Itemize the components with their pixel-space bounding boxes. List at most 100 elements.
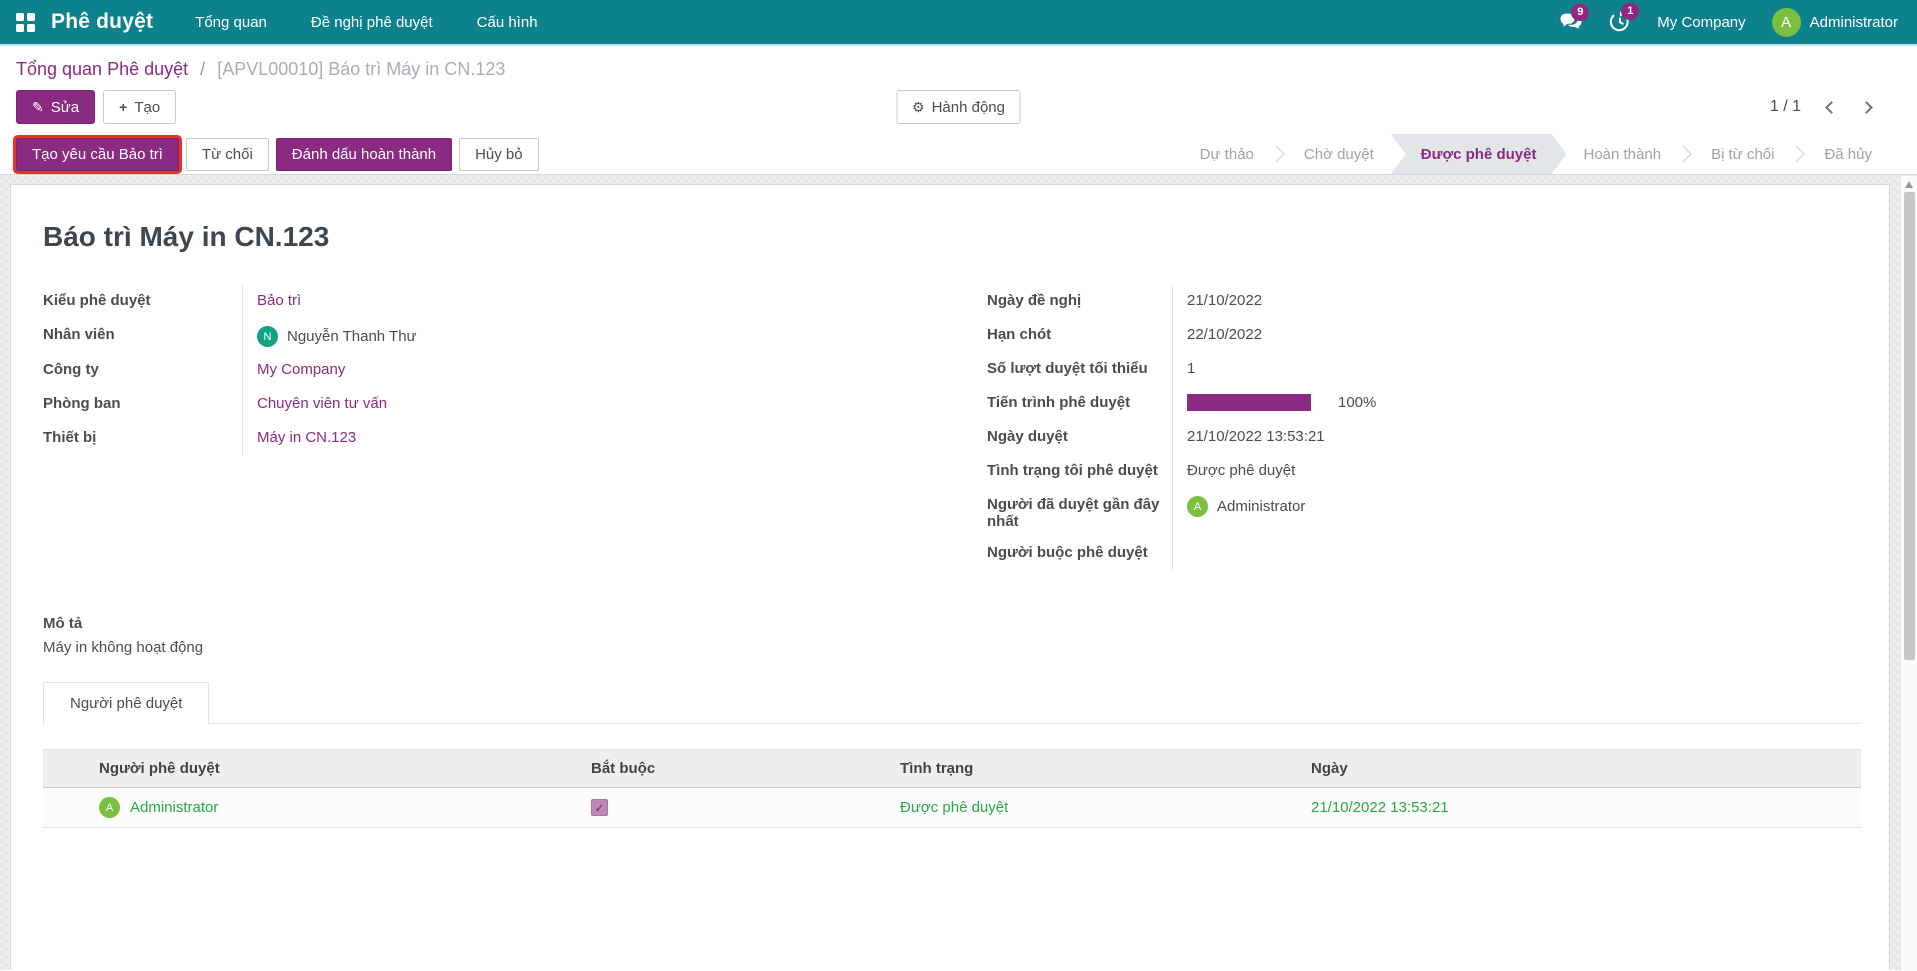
scrollbar-thumb[interactable]	[1904, 192, 1915, 660]
table-row[interactable]: A Administrator ✓ Được phê duyệt 21/10/2…	[43, 788, 1861, 828]
navbar-systray: 9 1 My Company A Administrator	[1559, 8, 1898, 37]
form-content-area: Báo trì Máy in CN.123 Kiểu phê duyệt Bảo…	[0, 175, 1917, 970]
record-title: Báo trì Máy in CN.123	[43, 221, 1861, 253]
field-company: Công ty My Company	[43, 354, 917, 388]
header-handle-cell	[43, 750, 91, 788]
approvers-table-header: Người phê duyệt Bắt buộc Tình trạng Ngày	[43, 750, 1861, 788]
equipment-link[interactable]: Máy in CN.123	[257, 429, 356, 446]
approver-avatar: A	[99, 797, 120, 818]
deadline-value: 22/10/2022	[1173, 319, 1262, 350]
cancel-button[interactable]: Hủy bỏ	[459, 138, 539, 171]
description-label: Mô tả	[43, 615, 1861, 632]
last-approver-avatar: A	[1187, 496, 1208, 517]
company-link[interactable]: My Company	[257, 361, 345, 378]
approval-progressbar	[1187, 394, 1311, 411]
pager: 1 / 1	[1770, 98, 1871, 116]
field-department: Phòng ban Chuyên viên tư vấn	[43, 388, 917, 422]
user-avatar: A	[1772, 8, 1801, 37]
main-menu: Tổng quan Đề nghị phê duyệt Cấu hình	[195, 14, 1559, 31]
pager-previous-icon[interactable]	[1825, 101, 1838, 114]
company-switcher[interactable]: My Company	[1657, 14, 1745, 31]
status-step-refused[interactable]: Bị từ chối	[1694, 134, 1791, 174]
breadcrumb: Tổng quan Phê duyệt / [APVL00010] Báo tr…	[0, 46, 1917, 82]
activities-button[interactable]: 1	[1609, 11, 1631, 33]
field-deadline: Hạn chót 22/10/2022	[987, 319, 1861, 353]
status-step-waiting[interactable]: Chờ duyệt	[1287, 134, 1391, 174]
breadcrumb-parent-link[interactable]: Tổng quan Phê duyệt	[16, 59, 188, 79]
row-status: Được phê duyệt	[892, 788, 1303, 828]
form-sheet: Báo trì Máy in CN.123 Kiểu phê duyệt Bảo…	[10, 184, 1890, 970]
plus-icon: +	[119, 99, 127, 115]
status-step-draft[interactable]: Dự thảo	[1183, 134, 1271, 174]
right-field-group: Ngày đề nghị 21/10/2022 Hạn chót 22/10/2…	[987, 285, 1861, 571]
messages-button[interactable]: 9	[1559, 12, 1583, 32]
field-request-date: Ngày đề nghị 21/10/2022	[987, 285, 1861, 319]
min-approvals-value: 1	[1173, 353, 1195, 384]
row-date: 21/10/2022 13:53:21	[1303, 788, 1861, 828]
last-approver-name[interactable]: Administrator	[1217, 498, 1305, 515]
status-step-done[interactable]: Hoàn thành	[1566, 134, 1678, 174]
top-navbar: Phê duyệt Tổng quan Đề nghị phê duyệt Cấ…	[0, 0, 1917, 46]
row-handle-cell	[43, 788, 91, 828]
description-section: Mô tả Máy in không hoạt động	[43, 615, 1861, 656]
step-chevron-icon	[1791, 134, 1807, 174]
left-field-group: Kiểu phê duyệt Bảo trì Nhân viên N Nguyễ…	[43, 285, 917, 571]
status-step-cancelled[interactable]: Đã hủy	[1807, 134, 1889, 174]
step-chevron-icon	[1271, 134, 1287, 174]
refuse-button[interactable]: Từ chối	[186, 138, 269, 171]
mark-done-button[interactable]: Đánh dấu hoàn thành	[276, 138, 452, 171]
header-approver[interactable]: Người phê duyệt	[91, 750, 583, 788]
field-groups: Kiểu phê duyệt Bảo trì Nhân viên N Nguyễ…	[43, 285, 1861, 571]
employee-name[interactable]: Nguyễn Thanh Thư	[287, 328, 417, 345]
activities-badge: 1	[1621, 3, 1639, 20]
field-equipment: Thiết bị Máy in CN.123	[43, 422, 917, 456]
my-approval-status-value: Được phê duyệt	[1173, 455, 1295, 486]
required-checkbox-checked[interactable]: ✓	[591, 799, 608, 816]
check-icon: ✓	[594, 801, 604, 815]
control-panel: Tổng quan Phê duyệt / [APVL00010] Báo tr…	[0, 46, 1917, 175]
menu-item-overview[interactable]: Tổng quan	[195, 14, 267, 31]
pager-counter: 1 / 1	[1770, 98, 1801, 116]
approvers-table: Người phê duyệt Bắt buộc Tình trạng Ngày…	[43, 749, 1861, 828]
approval-type-link[interactable]: Bảo trì	[257, 292, 301, 309]
header-status[interactable]: Tình trạng	[892, 750, 1303, 788]
edit-button[interactable]: ✎ Sửa	[16, 90, 95, 124]
employee-avatar: N	[257, 326, 278, 347]
menu-item-approval-requests[interactable]: Đề nghị phê duyệt	[311, 14, 433, 31]
field-min-approvals: Số lượt duyệt tối thiểu 1	[987, 353, 1861, 387]
request-date-value: 21/10/2022	[1173, 285, 1262, 316]
breadcrumb-separator: /	[200, 59, 205, 79]
create-button[interactable]: + Tạo	[103, 90, 176, 124]
approval-progress-percent: 100%	[1338, 394, 1376, 411]
notebook: Người phê duyệt Người phê duyệt Bắt buộc…	[43, 682, 1861, 828]
scrollbar-up-arrow-icon[interactable]	[1905, 181, 1913, 188]
status-pipeline: Dự thảo Chờ duyệt Được phê duyệt Hoàn th…	[1183, 134, 1889, 174]
field-my-approval-status: Tình trạng tôi phê duyệt Được phê duyệt	[987, 455, 1861, 489]
form-statusbar: Tạo yêu cầu Bảo trì Từ chối Đánh dấu hoà…	[0, 134, 1917, 175]
status-step-approved[interactable]: Được phê duyệt	[1391, 134, 1567, 174]
pencil-icon: ✎	[32, 99, 44, 116]
approver-name: Administrator	[130, 799, 218, 816]
action-button[interactable]: ⚙ Hành động	[896, 90, 1021, 124]
menu-item-configuration[interactable]: Cấu hình	[477, 14, 538, 31]
app-brand[interactable]: Phê duyệt	[51, 10, 153, 34]
user-menu[interactable]: A Administrator	[1772, 8, 1898, 37]
step-chevron-icon	[1678, 134, 1694, 174]
create-maintenance-request-button[interactable]: Tạo yêu cầu Bảo trì	[16, 138, 179, 171]
user-name: Administrator	[1810, 14, 1898, 31]
header-required[interactable]: Bắt buộc	[583, 750, 892, 788]
apps-menu-icon[interactable]	[16, 13, 35, 32]
approved-date-value: 21/10/2022 13:53:21	[1173, 421, 1325, 452]
tab-approvers[interactable]: Người phê duyệt	[43, 682, 209, 724]
field-last-approver: Người đã duyệt gần đây nhất A Administra…	[987, 489, 1861, 537]
forced-approver-value	[1173, 537, 1187, 551]
field-forced-approver: Người buộc phê duyệt	[987, 537, 1861, 571]
field-approved-date: Ngày duyệt 21/10/2022 13:53:21	[987, 421, 1861, 455]
breadcrumb-current: [APVL00010] Báo trì Máy in CN.123	[217, 59, 505, 79]
statusbar-buttons: Tạo yêu cầu Bảo trì Từ chối Đánh dấu hoà…	[16, 134, 539, 174]
pager-next-icon[interactable]	[1860, 101, 1873, 114]
vertical-scrollbar[interactable]	[1900, 176, 1917, 971]
header-date[interactable]: Ngày	[1303, 750, 1861, 788]
description-text: Máy in không hoạt động	[43, 639, 1861, 656]
department-link[interactable]: Chuyên viên tư vấn	[257, 395, 387, 412]
